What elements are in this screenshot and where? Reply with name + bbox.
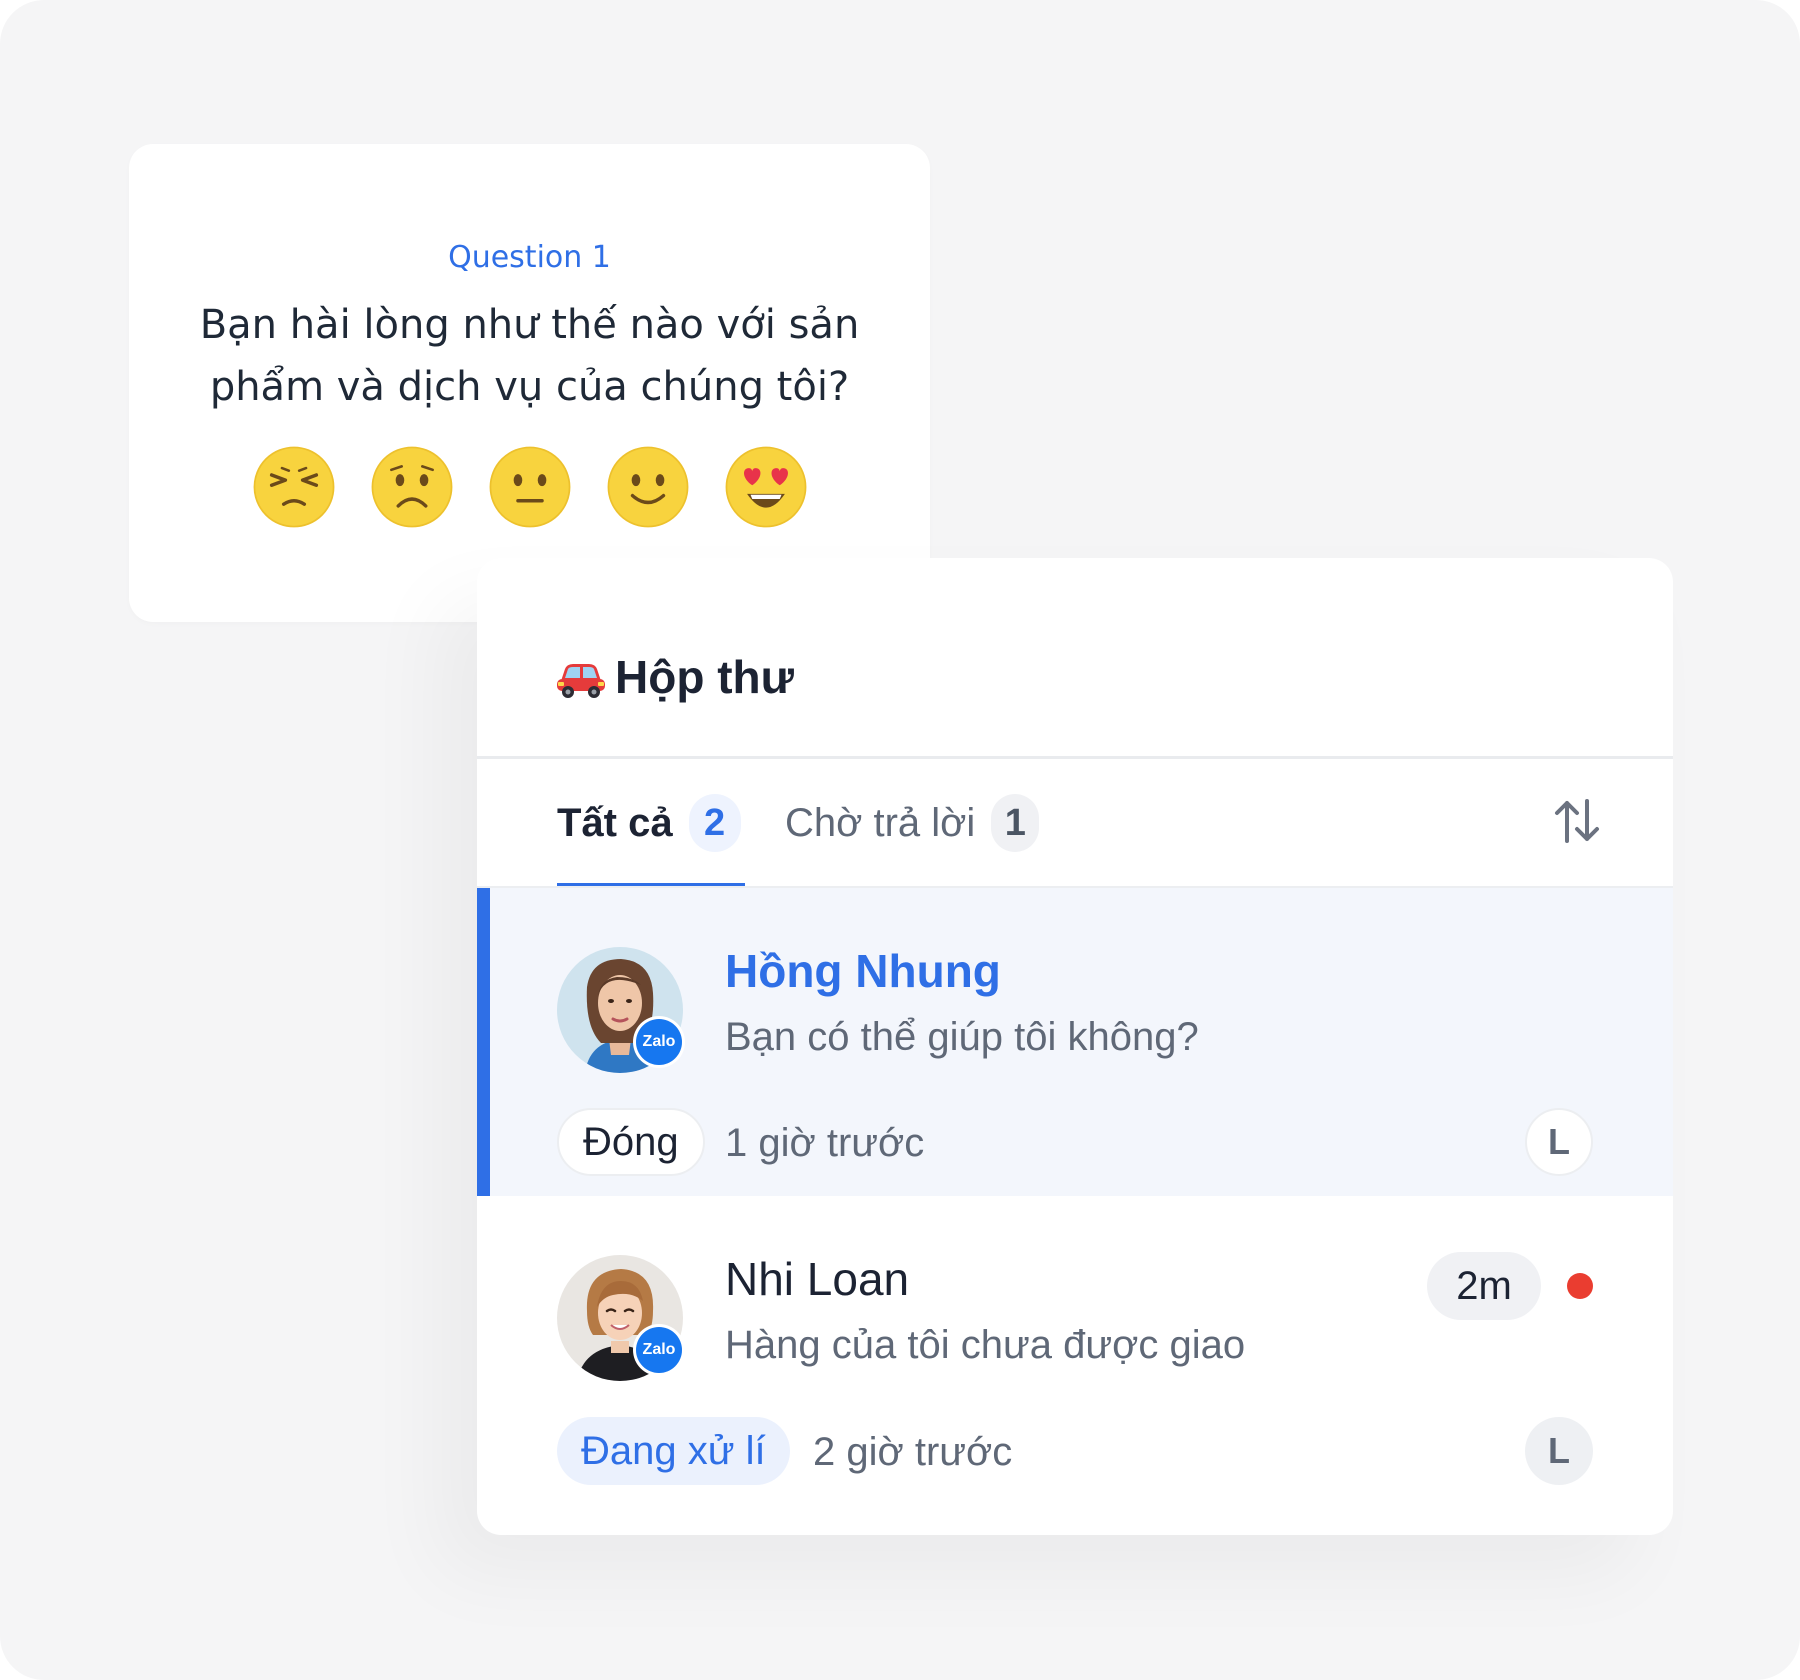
message-preview: Bạn có thể giúp tôi không? bbox=[725, 1015, 1199, 1059]
conversation-item-hong-nhung[interactable]: Zalo Hồng Nhung Bạn có thể giúp tôi khôn… bbox=[477, 888, 1673, 1196]
zalo-channel-icon: Zalo bbox=[633, 1324, 685, 1376]
tab-all[interactable]: Tất cả 2 bbox=[557, 794, 741, 852]
question-label: Question 1 bbox=[448, 240, 611, 275]
contact-name: Nhi Loan bbox=[725, 1253, 910, 1305]
rating-row bbox=[129, 444, 930, 530]
inbox-title: Hộp thư bbox=[555, 650, 794, 704]
tab-awaiting-reply-label: Chờ trả lời bbox=[785, 800, 976, 845]
persevering-face-icon[interactable] bbox=[251, 444, 337, 530]
active-tab-indicator bbox=[557, 883, 745, 886]
zalo-badge-text: Zalo bbox=[636, 1019, 682, 1065]
contact-name: Hồng Nhung bbox=[725, 945, 1001, 997]
tab-all-label: Tất cả bbox=[557, 800, 673, 845]
tab-all-count-badge: 2 bbox=[688, 794, 741, 852]
conversation-item-nhi-loan[interactable]: Zalo Nhi Loan 2m Hàng của tôi chưa được … bbox=[477, 1196, 1673, 1535]
sort-arrows-icon[interactable] bbox=[1551, 795, 1603, 847]
frowning-face-icon[interactable] bbox=[369, 444, 455, 530]
neutral-face-icon[interactable] bbox=[487, 444, 573, 530]
zalo-badge-text: Zalo bbox=[636, 1327, 682, 1373]
canvas: Question 1 Bạn hài lòng như thế nào với … bbox=[0, 0, 1800, 1680]
elapsed-time-pill: 2m bbox=[1427, 1252, 1541, 1320]
inbox-title-text: Hộp thư bbox=[615, 651, 794, 703]
car-icon bbox=[557, 664, 605, 698]
inbox-panel: Hộp thư Tất cả 2 Chờ trả lời 1 Zalo Hồng… bbox=[477, 558, 1673, 1535]
status-badge: Đang xử lí bbox=[557, 1417, 790, 1485]
assignee-avatar[interactable]: L bbox=[1525, 1417, 1593, 1485]
status-badge: Đóng bbox=[557, 1108, 705, 1176]
tab-awaiting-reply-count-badge: 1 bbox=[991, 794, 1040, 852]
inbox-tabs: Tất cả 2 Chờ trả lời 1 bbox=[477, 759, 1673, 888]
survey-card: Question 1 Bạn hài lòng như thế nào với … bbox=[129, 144, 930, 622]
inbox-header: Hộp thư bbox=[477, 558, 1673, 759]
tab-awaiting-reply[interactable]: Chờ trả lời 1 bbox=[785, 794, 1040, 852]
timestamp: 1 giờ trước bbox=[725, 1121, 925, 1165]
message-preview: Hàng của tôi chưa được giao bbox=[725, 1323, 1246, 1367]
timestamp: 2 giờ trước bbox=[813, 1430, 1013, 1474]
assignee-avatar[interactable]: L bbox=[1525, 1108, 1593, 1176]
slightly-smiling-face-icon[interactable] bbox=[605, 444, 691, 530]
unread-dot bbox=[1567, 1273, 1593, 1299]
selected-indicator bbox=[477, 888, 490, 1196]
heart-eyes-face-icon[interactable] bbox=[723, 444, 809, 530]
question-text: Bạn hài lòng như thế nào với sản phẩm và… bbox=[199, 302, 860, 410]
zalo-channel-icon: Zalo bbox=[633, 1016, 685, 1068]
